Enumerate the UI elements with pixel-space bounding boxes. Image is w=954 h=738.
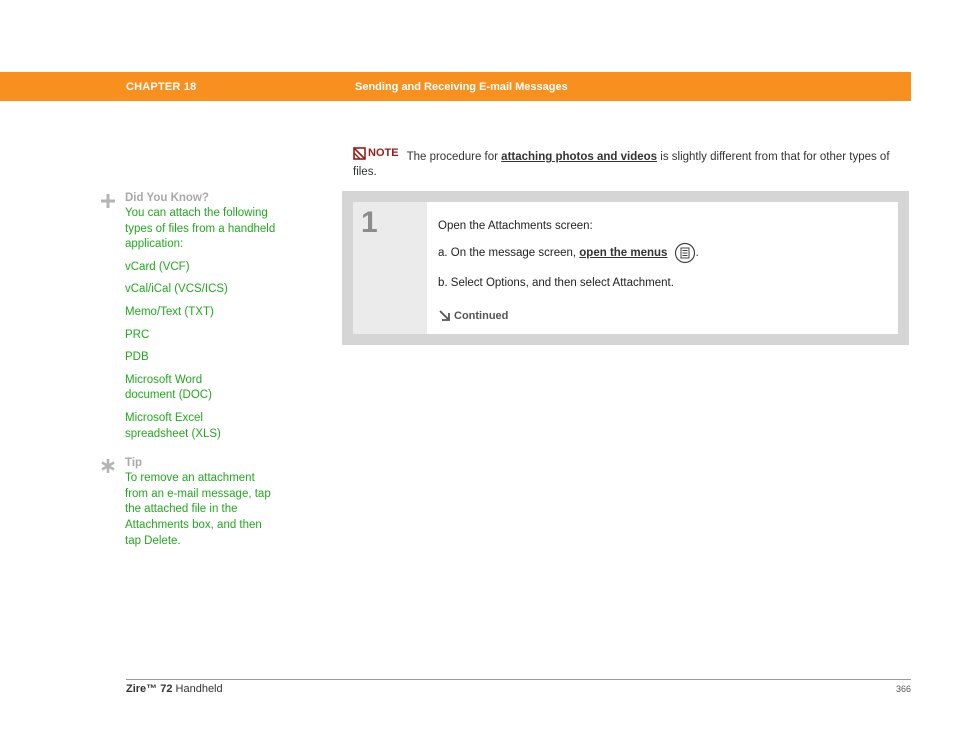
did-you-know-heading: Did You Know?	[125, 192, 209, 204]
sidebar: Did You Know? You can attach the followi…	[100, 192, 280, 549]
open-menus-link[interactable]: open the menus	[579, 247, 667, 259]
step-number: 1	[361, 206, 378, 239]
did-you-know-intro: You can attach the following types of fi…	[125, 207, 276, 251]
note-paragraph: NOTE The procedure for attaching photos …	[353, 146, 905, 180]
arrow-down-right-icon	[439, 310, 450, 321]
file-type-item: Microsoft Excel spreadsheet (XLS)	[125, 411, 221, 440]
footer-rule	[126, 679, 911, 680]
step-substep-b: b. Select Options, and then select Attac…	[438, 277, 674, 289]
file-type-item: Microsoft Word document (DOC)	[125, 373, 212, 402]
substep-a-suffix: .	[695, 247, 699, 260]
step-substep-a: a. On the message screen, open the menus…	[438, 242, 699, 264]
file-type-item: PDB	[125, 351, 149, 364]
footer-product-name: Zire™ 72	[126, 683, 173, 695]
asterisk-icon	[101, 459, 115, 474]
chapter-title: Sending and Receiving E-mail Messages	[355, 81, 568, 93]
note-label: NOTE	[353, 146, 399, 161]
file-type-item: PRC	[125, 328, 150, 341]
note-label-text: NOTE	[368, 147, 399, 159]
plus-icon	[101, 194, 115, 208]
step-intro: Open the Attachments screen:	[438, 220, 593, 232]
file-type-item: Memo/Text (TXT)	[125, 305, 214, 318]
attaching-photos-link[interactable]: attaching photos and videos	[501, 151, 657, 163]
did-you-know-block: Did You Know? You can attach the followi…	[100, 192, 280, 442]
footer-product: Zire™ 72 Handheld	[126, 683, 223, 695]
file-type-item: vCal/iCal (VCS/ICS)	[125, 283, 228, 296]
page-number: 366	[895, 684, 911, 694]
note-text-before: The procedure for	[406, 151, 502, 163]
tip-block: Tip To remove an attachment from an e-ma…	[100, 457, 280, 549]
tip-heading: Tip	[125, 457, 143, 470]
chapter-number: CHAPTER 18	[126, 81, 197, 93]
file-type-item: vCard (VCF)	[125, 260, 190, 273]
footer-product-suffix: Handheld	[172, 683, 223, 695]
step-box: 1 Open the Attachments screen: a. On the…	[342, 191, 909, 345]
step-number-cell: 1	[353, 202, 427, 334]
continued-label: Continued	[454, 309, 509, 322]
continued-indicator: Continued	[438, 309, 508, 322]
step-content: Open the Attachments screen: a. On the m…	[427, 202, 898, 334]
menu-icon	[674, 242, 695, 264]
note-icon	[353, 147, 366, 160]
tip-text: To remove an attachment from an e-mail m…	[125, 472, 271, 547]
substep-a-prefix: a. On the message screen,	[438, 247, 580, 260]
